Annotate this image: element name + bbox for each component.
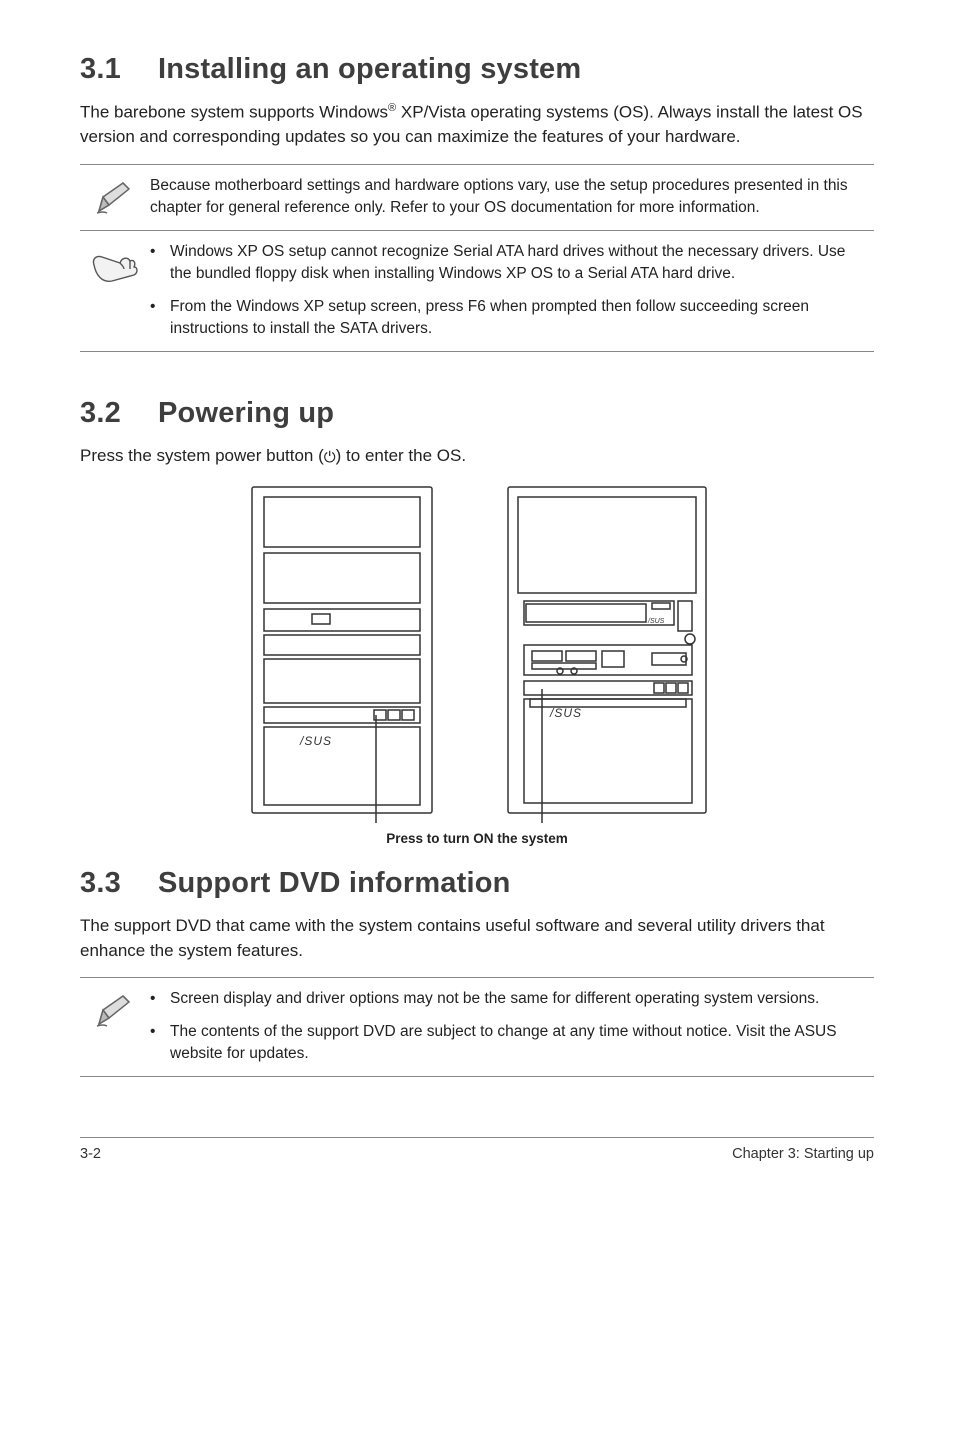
power-icon: ⏻ <box>324 447 336 469</box>
section-3-1-number: 3.1 <box>80 53 121 85</box>
section-3-2-number: 3.2 <box>80 397 121 429</box>
section-3-1-title: Installing an operating system <box>158 53 581 85</box>
tower-front-1: /SUS <box>242 483 442 823</box>
figure-caption: Press to turn ON the system <box>80 829 874 849</box>
bullet-dot: • <box>150 988 170 1010</box>
note-hand-block: • Windows XP OS setup cannot recognize S… <box>80 231 874 352</box>
chapter-label: Chapter 3: Starting up <box>732 1144 874 1165</box>
bullet-dot: • <box>150 296 170 341</box>
tower-front-2: /SUS <box>502 483 712 823</box>
note-text: Because motherboard settings and hardwar… <box>150 175 870 220</box>
section-3-3-number: 3.3 <box>80 867 121 899</box>
section-3-3-title: Support DVD information <box>158 867 511 899</box>
svg-text:/SUS: /SUS <box>549 706 582 720</box>
tower-figures: /SUS /SUS <box>80 483 874 823</box>
section-3-3-paragraph: The support DVD that came with the syste… <box>80 914 874 963</box>
section-3-2-heading: 3.2 Powering up <box>80 392 874 434</box>
svg-text:/SUS: /SUS <box>647 618 665 625</box>
section-3-3-heading: 3.3 Support DVD information <box>80 862 874 904</box>
note-text: The contents of the support DVD are subj… <box>170 1021 870 1066</box>
pencil-icon <box>80 988 150 1030</box>
page-footer: 3-2 Chapter 3: Starting up <box>80 1137 874 1165</box>
note-pencil-block-2: • Screen display and driver options may … <box>80 977 874 1076</box>
note-text: Windows XP OS setup cannot recognize Ser… <box>170 241 870 286</box>
note-pencil-block: Because motherboard settings and hardwar… <box>80 164 874 231</box>
bullet-dot: • <box>150 1021 170 1066</box>
section-3-2-title: Powering up <box>158 397 334 429</box>
section-3-2-paragraph: Press the system power button (⏻) to ent… <box>80 444 874 469</box>
svg-text:/SUS: /SUS <box>299 734 332 748</box>
section-3-1-paragraph: The barebone system supports Windows® XP… <box>80 100 874 150</box>
section-3-1-heading: 3.1 Installing an operating system <box>80 48 874 90</box>
page-number: 3-2 <box>80 1144 101 1165</box>
pencil-icon <box>80 175 150 217</box>
bullet-dot: • <box>150 241 170 286</box>
hand-icon <box>80 241 150 287</box>
note-text: From the Windows XP setup screen, press … <box>170 296 870 341</box>
note-text: Screen display and driver options may no… <box>170 988 870 1010</box>
